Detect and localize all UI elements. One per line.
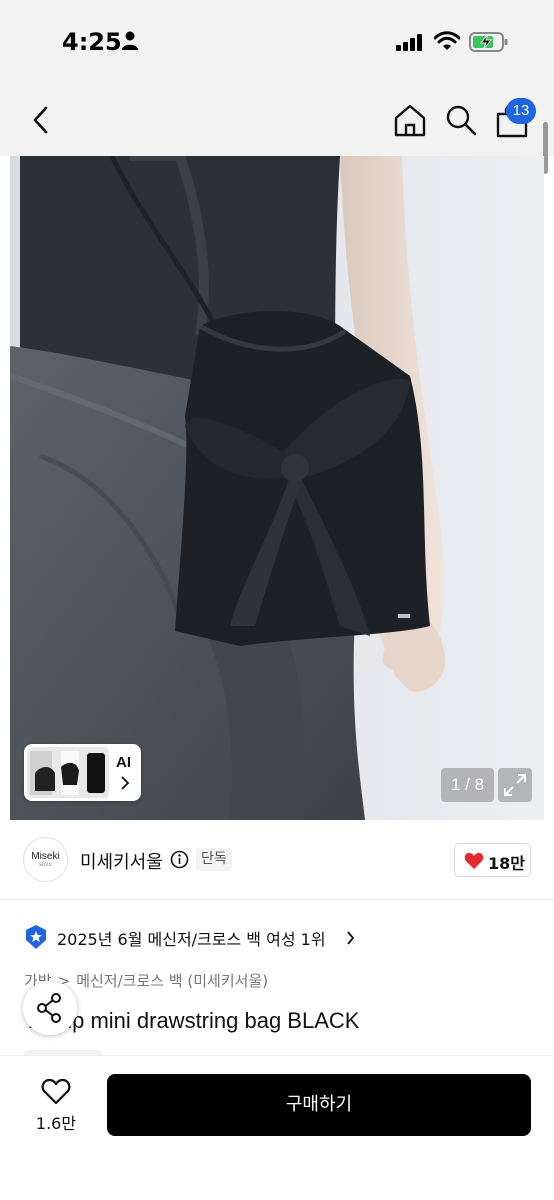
top-nav <box>0 84 554 156</box>
breadcrumb-item[interactable]: (미세키서울) <box>187 972 268 990</box>
battery-charging-icon <box>469 32 508 52</box>
product-image[interactable] <box>10 156 544 820</box>
status-time: 4:25 <box>62 28 122 56</box>
like-count: 18만 <box>488 854 525 873</box>
person-icon <box>122 31 138 50</box>
breadcrumb-item[interactable]: 메신저/크로스 백 <box>76 972 182 990</box>
search-icon[interactable] <box>443 102 479 138</box>
ai-label: AI <box>116 754 131 771</box>
heart-icon <box>464 852 484 869</box>
cart-count-badge: 13 <box>506 98 536 124</box>
ranking-row[interactable]: 2025년 6월 메신저/크로스 백 여성 1위 <box>24 922 524 952</box>
status-bar: 4:25 <box>0 0 554 84</box>
shop-like-button[interactable]: 18만 <box>454 843 531 877</box>
product-photo <box>10 156 544 820</box>
shop-name[interactable]: 미세키서울 <box>80 848 163 874</box>
ai-thumbnail <box>27 747 109 798</box>
cellular-signal-icon <box>396 34 422 51</box>
shop-logo[interactable]: Miseki SEOUL <box>23 837 68 882</box>
shop-row: Miseki SEOUL 미세키서울 단독 18만 <box>0 820 554 900</box>
back-button[interactable] <box>24 102 58 138</box>
bottom-action-bar: 1.6만 구매하기 <box>0 1055 554 1200</box>
heart-outline-icon <box>41 1078 71 1105</box>
expand-icon[interactable] <box>498 768 532 802</box>
ranking-medal-icon <box>26 925 46 949</box>
share-button[interactable] <box>23 981 77 1035</box>
ranking-text: 2025년 6월 메신저/크로스 백 여성 1위 <box>57 930 326 949</box>
chevron-right-icon <box>121 776 130 790</box>
wishlist-button[interactable]: 1.6만 <box>24 1074 88 1136</box>
wishlist-count: 1.6만 <box>35 1114 77 1133</box>
chevron-right-icon <box>347 931 355 945</box>
info-icon[interactable] <box>170 850 189 869</box>
image-page-counter: 1 / 8 <box>441 768 494 802</box>
exclusive-badge: 단독 <box>196 848 232 871</box>
share-icon <box>37 993 61 1023</box>
ai-recommendation-card[interactable]: AI <box>24 744 141 801</box>
buy-button[interactable]: 구매하기 <box>107 1074 531 1136</box>
wifi-icon <box>434 31 460 50</box>
home-icon[interactable] <box>392 102 428 138</box>
